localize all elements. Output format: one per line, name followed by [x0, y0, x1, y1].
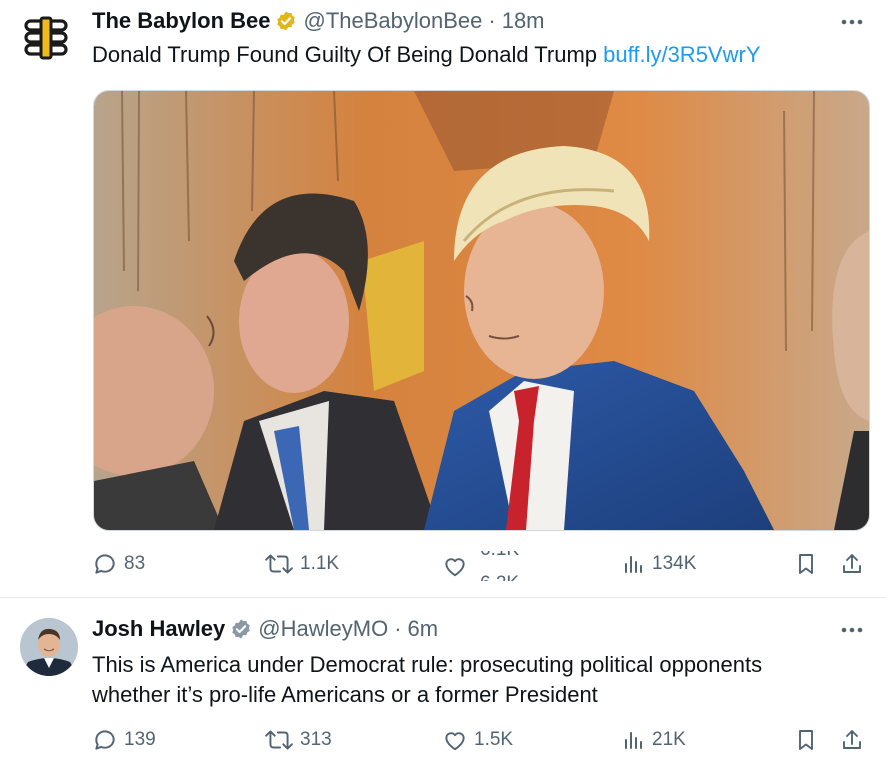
tweet-actions: 83 1.1K 6.1K 6.2K 134K: [92, 543, 872, 583]
tweet-text: This is America under Democrat rule: pro…: [92, 650, 762, 710]
like-count-new: 6.2K: [480, 573, 519, 581]
like-count-old: 6.1K: [480, 551, 519, 561]
views-count: 134K: [652, 553, 697, 574]
views-count: 21K: [652, 729, 686, 750]
retweet-icon: [265, 730, 293, 750]
avatar-babylon-bee[interactable]: [20, 12, 72, 64]
reply-icon: [95, 554, 115, 574]
retweet-count: 313: [300, 729, 332, 750]
like-button[interactable]: 1.5K: [442, 727, 513, 753]
reply-button[interactable]: 83: [92, 551, 145, 577]
bookmark-icon[interactable]: [794, 727, 818, 758]
retweet-button[interactable]: 313: [264, 727, 332, 753]
views-button[interactable]: 21K: [622, 727, 686, 753]
views-button[interactable]: 134K: [622, 551, 696, 577]
courtroom-sketch-image: [94, 91, 869, 530]
verified-badge-icon: [230, 618, 252, 640]
reply-icon: [95, 730, 115, 750]
tweet-header: Josh Hawley @HawleyMO · 6m: [92, 616, 438, 642]
tweet-babylon-bee[interactable]: The Babylon Bee @TheBabylonBee · 18m Don…: [0, 0, 886, 598]
more-icon[interactable]: [838, 12, 866, 32]
verified-badge-icon: [275, 10, 297, 32]
more-icon[interactable]: [838, 620, 866, 640]
tweet-actions: 139 313 1.5K 21K: [92, 723, 872, 763]
heart-icon: [445, 732, 465, 751]
profile-photo-icon: [20, 618, 78, 676]
retweet-count: 1.1K: [300, 553, 340, 574]
tweet-text: Donald Trump Found Guilty Of Being Donal…: [92, 40, 761, 70]
retweet-button[interactable]: 1.1K: [264, 551, 339, 577]
tweet-josh-hawley[interactable]: Josh Hawley @HawleyMO · 6m This is Ameri…: [0, 598, 886, 768]
retweet-icon: [265, 554, 293, 574]
tweet-header: The Babylon Bee @TheBabylonBee · 18m: [92, 8, 545, 34]
timestamp[interactable]: 6m: [408, 616, 439, 642]
tweet-text-line-2: whether it’s pro-life Americans or a for…: [92, 682, 598, 707]
babylon-bee-logo-icon: [24, 16, 68, 60]
author-handle[interactable]: @TheBabylonBee: [303, 8, 482, 34]
like-count: 1.5K: [474, 729, 514, 750]
bookmark-icon[interactable]: [794, 551, 818, 582]
reply-button[interactable]: 139: [92, 727, 156, 753]
author-name[interactable]: The Babylon Bee: [92, 8, 270, 34]
tweet-text-line-1: This is America under Democrat rule: pro…: [92, 652, 763, 677]
like-count-rolling: 6.1K 6.2K: [474, 551, 524, 581]
share-icon[interactable]: [840, 727, 864, 758]
author-handle[interactable]: @HawleyMO: [258, 616, 388, 642]
tweet-image[interactable]: [93, 90, 870, 531]
tweet-text-body: Donald Trump Found Guilty Of Being Donal…: [92, 42, 598, 67]
like-button[interactable]: 6.1K 6.2K: [442, 551, 524, 581]
author-name[interactable]: Josh Hawley: [92, 616, 225, 642]
heart-icon: [445, 558, 465, 577]
reply-count: 83: [124, 553, 146, 574]
avatar-josh-hawley[interactable]: [20, 618, 78, 676]
separator: ·: [488, 8, 496, 33]
share-icon[interactable]: [840, 551, 864, 582]
separator: ·: [394, 616, 402, 641]
views-icon: [625, 556, 642, 573]
views-icon: [625, 732, 642, 749]
timestamp[interactable]: 18m: [502, 8, 545, 34]
tweet-link[interactable]: buff.ly/3R5VwrY: [603, 42, 760, 67]
reply-count: 139: [124, 729, 156, 750]
